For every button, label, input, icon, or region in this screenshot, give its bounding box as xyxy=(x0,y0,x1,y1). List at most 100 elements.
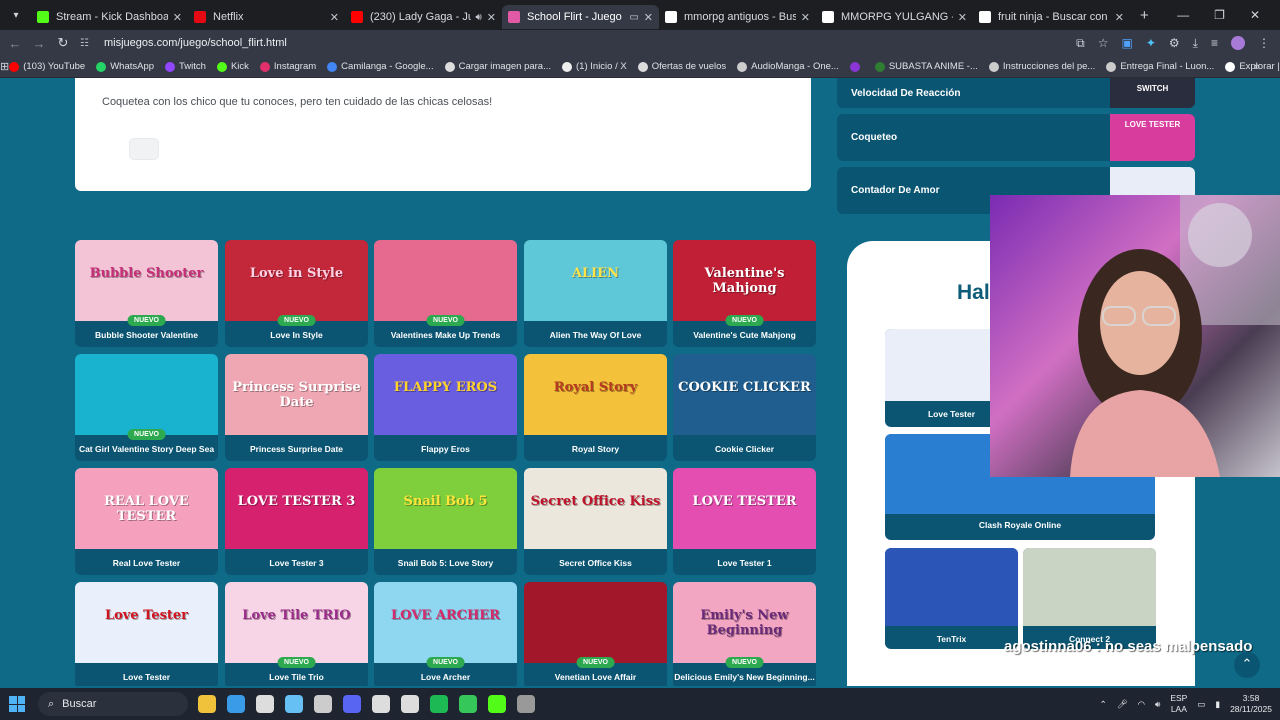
game-thumbnail[interactable]: Emily's New Beginning xyxy=(673,582,816,663)
game-card[interactable]: Royal Story Royal Story xyxy=(524,354,667,461)
bookmark-item[interactable]: Cargar imagen para... xyxy=(444,61,551,72)
share-button[interactable] xyxy=(130,139,158,159)
browser-tab[interactable]: Stream - Kick Dashboard ✕ xyxy=(31,5,188,29)
game-thumbnail[interactable]: COOKIE CLICKER xyxy=(673,354,816,435)
clock[interactable]: 3:58 28/11/2025 xyxy=(1230,693,1272,715)
extension-icon[interactable]: ✦ xyxy=(1146,36,1156,50)
game-thumbnail[interactable]: FLAPPY EROS xyxy=(374,354,517,435)
close-window-icon[interactable]: ✕ xyxy=(1250,8,1260,22)
game-thumbnail[interactable] xyxy=(524,582,667,663)
tab-close-icon[interactable]: ✕ xyxy=(958,11,967,24)
game-thumbnail[interactable]: ALIEN xyxy=(524,240,667,321)
start-button[interactable] xyxy=(0,696,34,712)
wifi-icon[interactable]: ◠ xyxy=(1138,699,1145,710)
game-card[interactable]: Love in Style NUEVO Love In Style xyxy=(225,240,368,347)
game-thumbnail[interactable]: Valentine's Mahjong xyxy=(673,240,816,321)
game-card[interactable]: Snail Bob 5 Snail Bob 5: Love Story xyxy=(374,468,517,575)
bookmark-item[interactable]: WhatsApp xyxy=(96,61,154,72)
tray-chevron-icon[interactable]: ⌃ xyxy=(1100,699,1107,710)
tab-close-icon[interactable]: ✕ xyxy=(644,11,653,24)
tab-search-icon[interactable]: ▾ xyxy=(3,4,29,26)
taskbar-app-icon[interactable] xyxy=(430,695,448,713)
bookmark-item[interactable]: Kick xyxy=(216,61,249,72)
minimize-icon[interactable]: — xyxy=(1177,8,1189,22)
game-card[interactable]: NUEVO Venetian Love Affair xyxy=(524,582,667,686)
game-thumbnail[interactable]: Bubble Shooter xyxy=(75,240,218,321)
taskbar-app-icon[interactable] xyxy=(198,695,216,713)
game-thumbnail[interactable]: REAL LOVE TESTER xyxy=(75,468,218,549)
bookmark-item[interactable]: Explorar | Patreon xyxy=(1225,61,1280,72)
side-game-thumbnail[interactable] xyxy=(1023,548,1156,626)
game-card[interactable]: LOVE TESTER 3 Love Tester 3 xyxy=(225,468,368,575)
taskbar-search[interactable]: ⌕ Buscar xyxy=(38,692,188,716)
game-card[interactable]: NUEVO Valentines Make Up Trends xyxy=(374,240,517,347)
taskbar-app-icon[interactable] xyxy=(459,695,477,713)
taskbar-app-icon[interactable] xyxy=(343,695,361,713)
game-card[interactable]: Princess Surprise Date Princess Surprise … xyxy=(225,354,368,461)
tab-close-icon[interactable]: ✕ xyxy=(330,11,339,24)
game-card[interactable]: Love Tester Love Tester xyxy=(75,582,218,686)
side-game-card[interactable]: Connect 2 xyxy=(1023,548,1156,649)
browser-tab[interactable]: (230) Lady Gaga - Just Dan🔊︎ ✕ xyxy=(345,5,502,29)
taskbar-app-icon[interactable] xyxy=(401,695,419,713)
game-card[interactable]: Bubble Shooter NUEVO Bubble Shooter Valent… xyxy=(75,240,218,347)
browser-tab[interactable]: mmorpg antiguos - Buscar con ✕ xyxy=(659,5,816,29)
game-card[interactable]: Love Tile TRIO NUEVO Love Tile Trio xyxy=(225,582,368,686)
browser-tab[interactable]: fruit ninja - Buscar con Google ✕ xyxy=(973,5,1130,29)
back-icon[interactable]: ← xyxy=(3,36,27,51)
download-icon[interactable]: ⤓ xyxy=(1193,36,1198,51)
apps-grid-icon[interactable]: ⊞ xyxy=(0,60,9,73)
bookmark-item[interactable]: Entrega Final - Luon... xyxy=(1106,61,1214,72)
bookmark-item[interactable]: Camilanga - Google... xyxy=(327,61,434,72)
taskbar-app-icon[interactable] xyxy=(488,695,506,713)
game-thumbnail[interactable] xyxy=(75,354,218,435)
battery-icon[interactable]: ▮ xyxy=(1215,699,1220,710)
category-item[interactable]: Velocidad De Reacción SWITCH xyxy=(837,78,1195,108)
game-thumbnail[interactable]: Princess Surprise Date xyxy=(225,354,368,435)
game-card[interactable]: Secret Office Kiss Secret Office Kiss xyxy=(524,468,667,575)
new-tab-button[interactable]: + xyxy=(1140,7,1149,24)
game-card[interactable]: NUEVO Cat Girl Valentine Story Deep Sea xyxy=(75,354,218,461)
bookmark-item[interactable]: Twitch xyxy=(165,61,206,72)
bookmark-item[interactable]: Instrucciones del pe... xyxy=(988,61,1095,72)
volume-icon[interactable]: 🔊︎ xyxy=(1155,699,1160,710)
bookmark-item[interactable]: (1) Inicio / X xyxy=(562,61,627,72)
extensions-puzzle-icon[interactable]: ⚙ xyxy=(1169,36,1180,50)
game-thumbnail[interactable] xyxy=(374,240,517,321)
game-thumbnail[interactable]: LOVE ARCHER xyxy=(374,582,517,663)
mic-icon[interactable]: 🎤︎ xyxy=(1117,699,1128,710)
game-thumbnail[interactable]: Love in Style xyxy=(225,240,368,321)
menu-dots-icon[interactable]: ⋮ xyxy=(1258,36,1270,50)
browser-tab[interactable]: Netflix ✕ xyxy=(188,5,345,29)
scroll-to-top-button[interactable]: ⌃ xyxy=(1234,652,1260,678)
cast-icon[interactable]: ⧉ xyxy=(1076,36,1085,51)
game-card[interactable]: FLAPPY EROS Flappy Eros xyxy=(374,354,517,461)
extension-badge-icon[interactable]: ▣ xyxy=(1122,36,1133,50)
tab-cast-icon[interactable]: ▭ xyxy=(629,12,638,23)
taskbar-app-icon[interactable] xyxy=(372,695,390,713)
game-card[interactable]: ALIEN Alien The Way Of Love xyxy=(524,240,667,347)
game-thumbnail[interactable]: LOVE TESTER 3 xyxy=(225,468,368,549)
taskbar-app-icon[interactable] xyxy=(314,695,332,713)
taskbar-app-icon[interactable] xyxy=(285,695,303,713)
game-thumbnail[interactable]: Love Tester xyxy=(75,582,218,663)
game-card[interactable]: LOVE TESTER Love Tester 1 xyxy=(673,468,816,575)
tab-close-icon[interactable]: ✕ xyxy=(173,11,182,24)
taskbar-app-icon[interactable] xyxy=(517,695,535,713)
browser-tab[interactable]: MMORPG YULGANG - Buscar c ✕ xyxy=(816,5,973,29)
address-bar[interactable]: ☷ misjuegos.com/juego/school_flirt.html xyxy=(80,32,1080,54)
browser-tab[interactable]: School Flirt - Juego Online ▭ ✕ xyxy=(502,5,659,29)
bookmark-item[interactable]: Ofertas de vuelos xyxy=(637,61,726,72)
reading-list-icon[interactable]: ≡ xyxy=(1211,36,1218,50)
bookmark-item[interactable]: AudioManga - One... xyxy=(737,61,839,72)
url-text[interactable]: misjuegos.com/juego/school_flirt.html xyxy=(104,37,287,49)
network-icon[interactable]: ▭ xyxy=(1197,699,1205,710)
side-game-thumbnail[interactable] xyxy=(885,548,1018,626)
category-item[interactable]: Coqueteo LOVE TESTER xyxy=(837,114,1195,161)
tab-close-icon[interactable]: ✕ xyxy=(1115,11,1124,24)
side-game-card[interactable]: TenTrix xyxy=(885,548,1018,649)
game-card[interactable]: COOKIE CLICKER Cookie Clicker xyxy=(673,354,816,461)
game-thumbnail[interactable]: Secret Office Kiss xyxy=(524,468,667,549)
game-card[interactable]: Valentine's Mahjong NUEVO Valentine's Cute… xyxy=(673,240,816,347)
game-thumbnail[interactable]: Snail Bob 5 xyxy=(374,468,517,549)
